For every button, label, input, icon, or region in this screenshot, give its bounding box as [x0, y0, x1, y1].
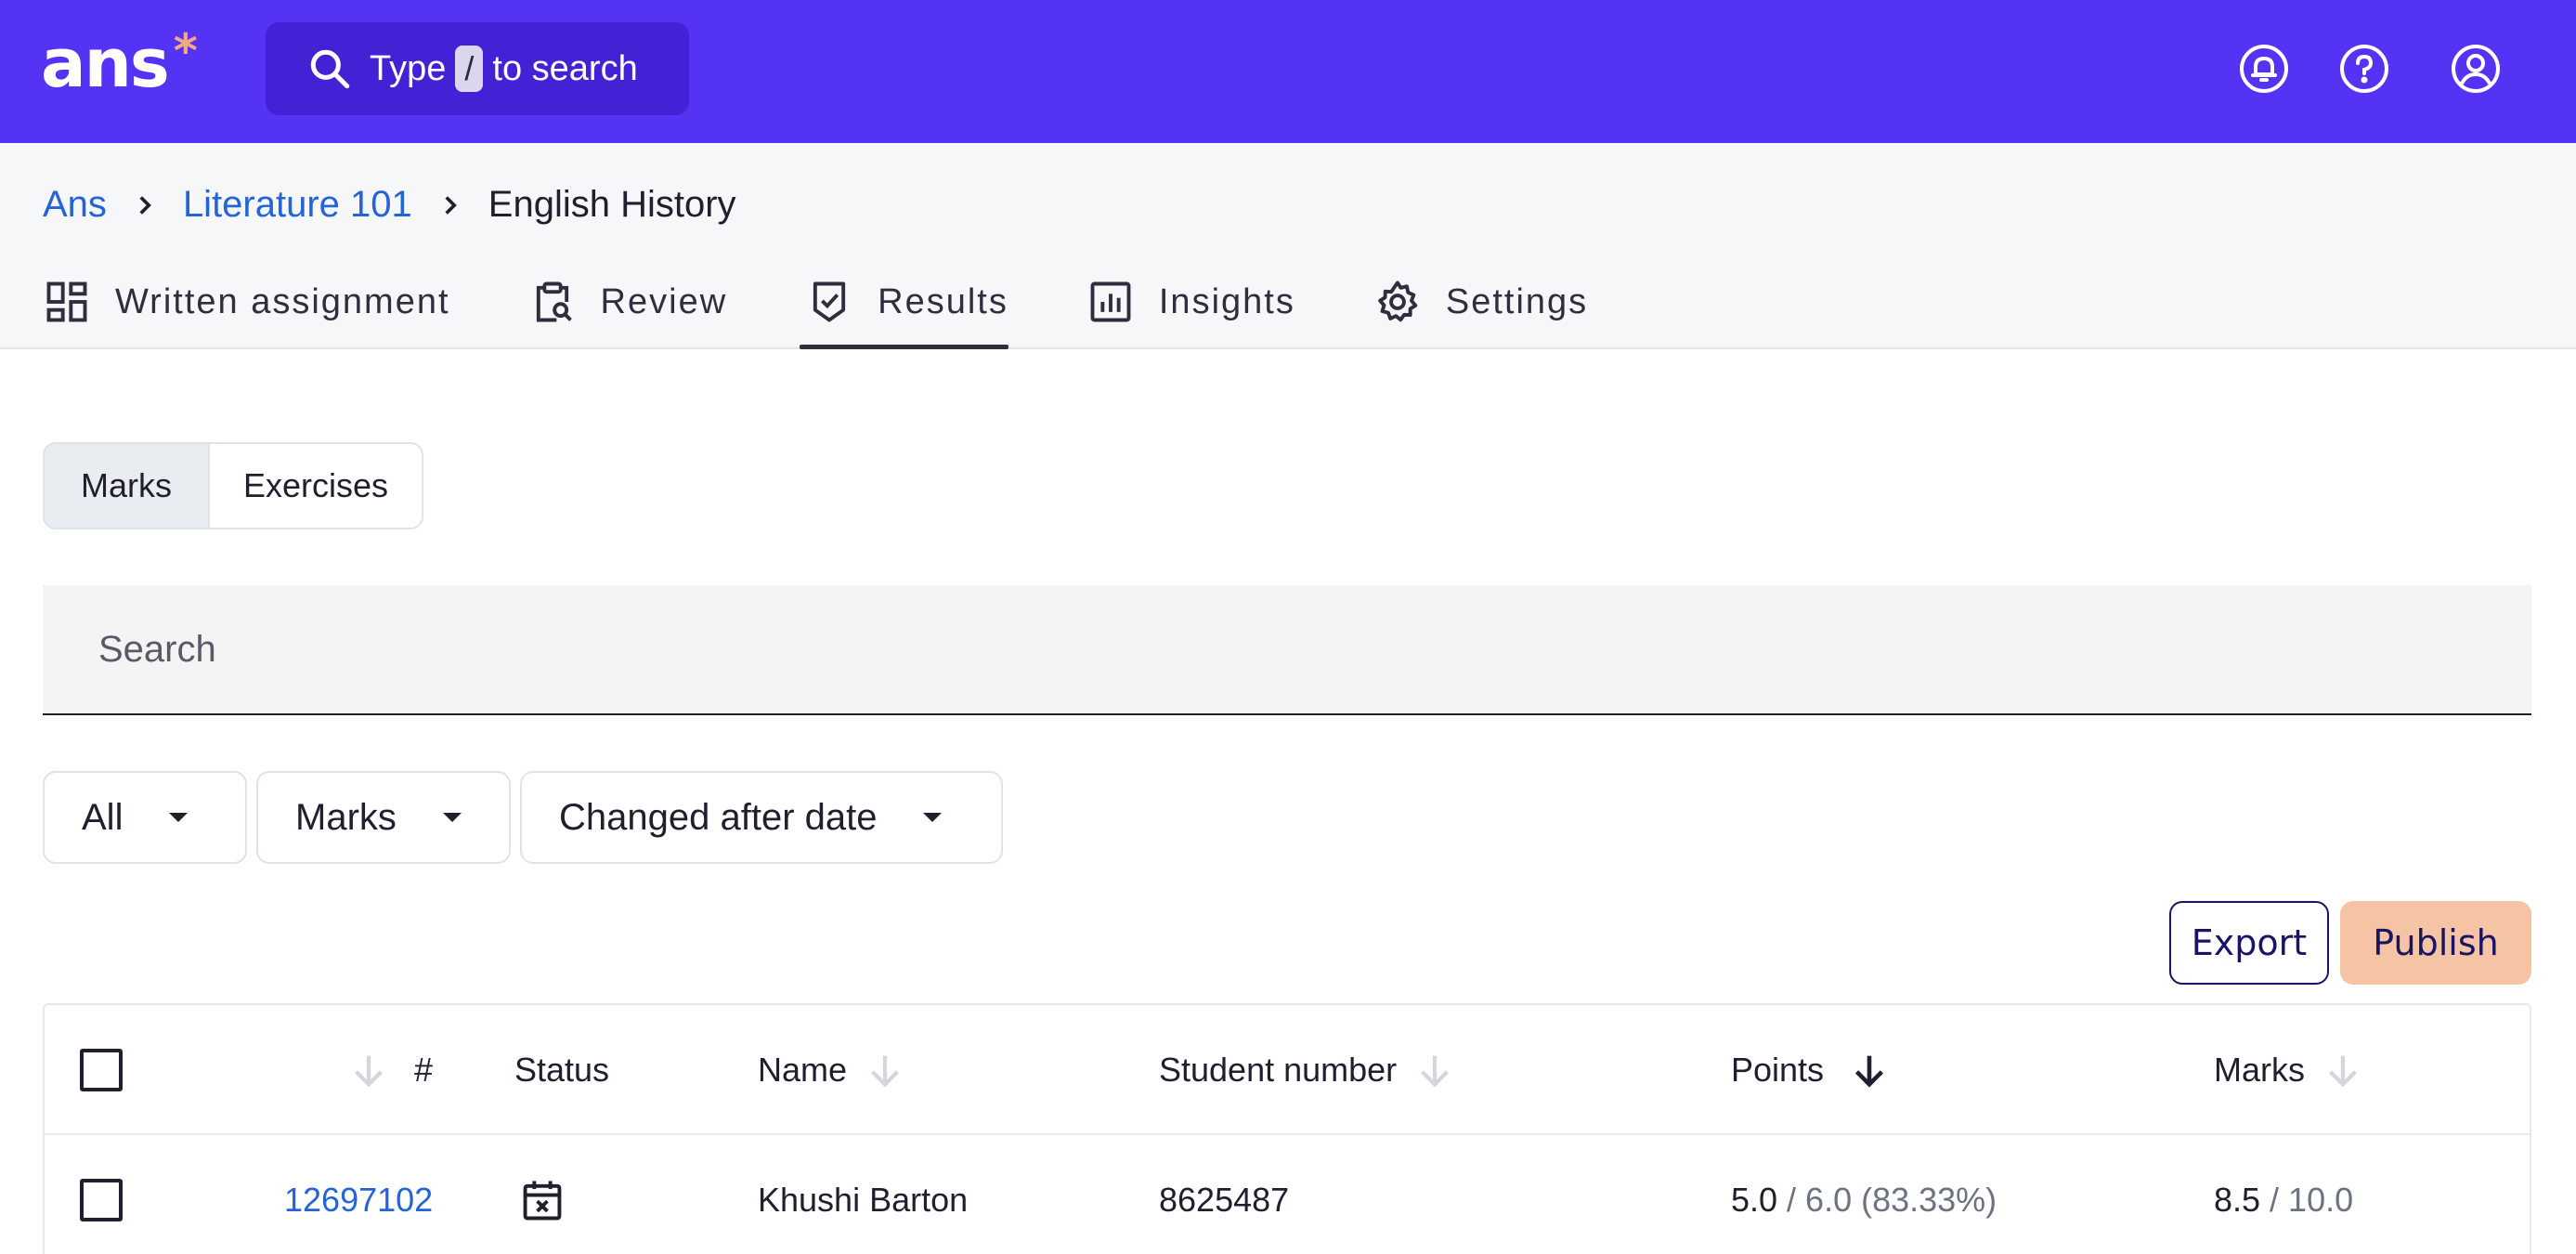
export-button[interactable]: Export — [2169, 901, 2329, 985]
column-student-number[interactable]: Student number — [1159, 1005, 1456, 1135]
column-label: # — [414, 1051, 434, 1089]
caret-down-icon — [169, 813, 189, 822]
calendar-x-icon — [523, 1181, 562, 1221]
search-prefix: Type — [370, 48, 447, 88]
page-header: Ans Literature 101 English History Writt… — [0, 143, 2576, 349]
clipboard-search-icon — [536, 281, 572, 322]
breadcrumb-current: English History — [488, 184, 736, 225]
sort-arrow-active-icon — [1855, 1055, 1884, 1088]
tab-results[interactable]: Results — [800, 271, 1008, 349]
results-table: # Status Name Student number Points Mark… — [43, 1003, 2531, 1254]
view-toggle: Marks Exercises — [43, 442, 423, 529]
search-icon — [310, 49, 350, 89]
row-id-link[interactable]: 12697102 — [284, 1181, 433, 1220]
bar-chart-icon — [1090, 281, 1131, 322]
top-bar: ans * Type / to search — [0, 0, 2576, 143]
tab-written-assignment[interactable]: Written assignment — [43, 271, 450, 349]
filter-label: Changed after date — [559, 796, 878, 838]
tab-label: Written assignment — [115, 281, 450, 321]
column-status: Status — [514, 1005, 609, 1135]
row-status-cell — [518, 1135, 566, 1254]
select-all-checkbox[interactable] — [80, 1049, 123, 1091]
row-id-cell: 12697102 — [284, 1135, 433, 1254]
tab-label: Insights — [1158, 281, 1295, 321]
tab-label: Review — [600, 281, 728, 321]
logo-text: ans — [41, 24, 170, 102]
sort-arrow-icon — [1421, 1055, 1450, 1088]
column-label: Student number — [1159, 1051, 1398, 1089]
shield-check-icon — [813, 281, 846, 322]
tab-insights[interactable]: Insights — [1086, 271, 1295, 349]
dashboard-icon — [46, 281, 87, 322]
chevron-right-icon — [445, 195, 457, 215]
column-label: Marks — [2214, 1051, 2305, 1089]
sort-arrow-icon — [355, 1055, 383, 1088]
account-icon[interactable] — [2450, 43, 2502, 95]
filter-date-dropdown[interactable]: Changed after date — [520, 771, 1003, 864]
filter-marks-dropdown[interactable]: Marks — [256, 771, 511, 864]
filter-bar: All Marks Changed after date — [43, 771, 1012, 864]
breadcrumb-course[interactable]: Literature 101 — [183, 184, 412, 226]
column-label: Name — [758, 1051, 848, 1089]
global-search-button[interactable]: Type / to search — [266, 22, 689, 115]
caret-down-icon — [923, 813, 943, 822]
gear-icon — [1378, 281, 1418, 322]
column-label: Points — [1731, 1051, 1825, 1089]
sort-arrow-icon — [2329, 1055, 2357, 1088]
row-name-cell: Khushi Barton — [758, 1135, 968, 1254]
search-shortcut-key: / — [455, 46, 484, 92]
column-label: Status — [514, 1051, 610, 1089]
search-field — [43, 585, 2531, 715]
row-marks-cell: 8.5 / 10.0 — [2214, 1135, 2353, 1254]
column-name[interactable]: Name — [758, 1005, 906, 1135]
student-name: Khushi Barton — [758, 1181, 969, 1219]
tab-label: Settings — [1445, 281, 1589, 321]
tab-bar: Written assignment Review Results Insigh… — [43, 271, 1666, 349]
tab-label: Results — [878, 281, 1008, 321]
table-row[interactable]: 12697102 Khushi Barton 8625487 5.0 / 6.0… — [45, 1135, 2530, 1254]
row-select-cell — [80, 1135, 123, 1254]
column-points[interactable]: Points — [1731, 1005, 1891, 1135]
row-points-cell: 5.0 / 6.0 (83.33%) — [1731, 1135, 1997, 1254]
select-all-cell — [80, 1005, 123, 1135]
points-value: 5.0 — [1731, 1181, 1778, 1219]
publish-button[interactable]: Publish — [2340, 901, 2531, 985]
sort-arrow-icon — [871, 1055, 899, 1088]
logo-star: * — [173, 24, 198, 78]
column-marks[interactable]: Marks — [2214, 1005, 2364, 1135]
row-checkbox[interactable] — [80, 1179, 123, 1221]
marks-total: / 10.0 — [2270, 1181, 2354, 1219]
notification-bell-icon[interactable] — [2238, 43, 2290, 95]
column-id[interactable]: # — [347, 1005, 433, 1135]
caret-down-icon — [442, 813, 462, 822]
chevron-right-icon — [139, 195, 151, 215]
help-icon[interactable] — [2338, 43, 2390, 95]
tab-settings[interactable]: Settings — [1373, 271, 1588, 349]
ans-logo[interactable]: ans * — [41, 26, 198, 100]
filter-all-dropdown[interactable]: All — [43, 771, 247, 864]
table-header: # Status Name Student number Points Mark… — [45, 1005, 2530, 1135]
tab-review[interactable]: Review — [528, 271, 728, 349]
marks-value: 8.5 — [2214, 1181, 2261, 1219]
row-student-number-cell: 8625487 — [1159, 1135, 1289, 1254]
search-suffix: to search — [492, 48, 638, 88]
points-total: / 6.0 (83.33%) — [1787, 1181, 1997, 1219]
filter-label: All — [82, 796, 124, 838]
toggle-marks[interactable]: Marks — [45, 444, 210, 528]
filter-label: Marks — [295, 796, 397, 838]
search-input[interactable] — [98, 628, 2531, 671]
breadcrumb: Ans Literature 101 English History — [43, 184, 736, 226]
student-number: 8625487 — [1159, 1181, 1290, 1219]
toggle-exercises[interactable]: Exercises — [210, 444, 422, 528]
breadcrumb-ans[interactable]: Ans — [43, 184, 107, 226]
